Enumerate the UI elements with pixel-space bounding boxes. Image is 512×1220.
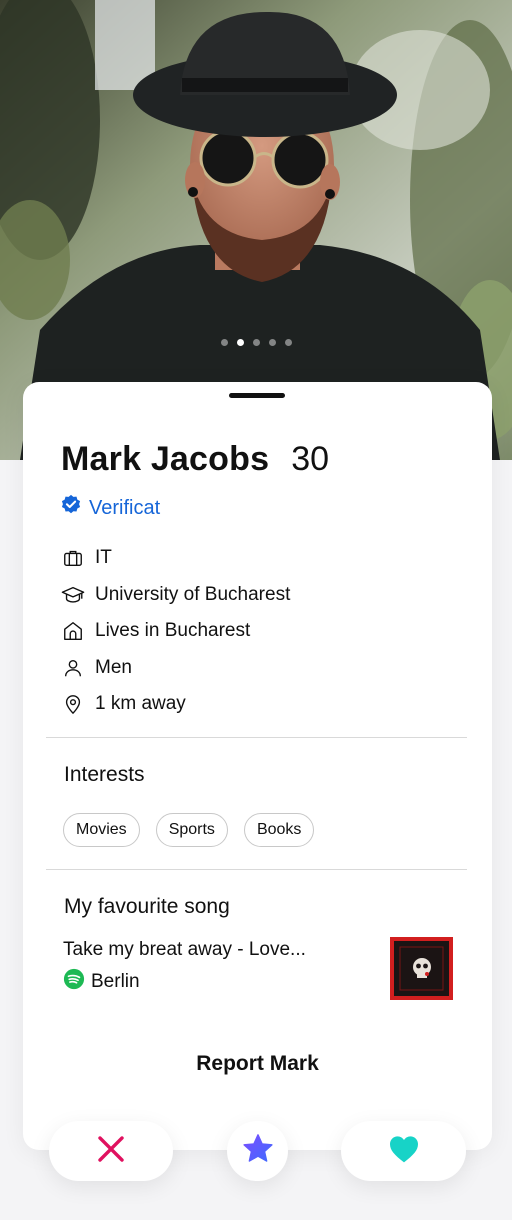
info-job-text: IT [95, 547, 112, 569]
verified-badge: Verificat [60, 494, 160, 522]
star-icon [241, 1132, 275, 1171]
spotify-icon [63, 968, 85, 996]
album-art-skull [399, 946, 444, 991]
photo-dot[interactable] [284, 339, 292, 346]
dislike-button[interactable] [49, 1121, 173, 1181]
profile-age: 30 [291, 440, 330, 478]
info-job: IT [61, 540, 290, 577]
like-button[interactable] [341, 1121, 466, 1181]
interest-chip[interactable]: Movies [63, 813, 140, 847]
verified-icon [60, 494, 82, 522]
interests-chips: Movies Sports Books [63, 813, 315, 847]
graduation-cap-icon [61, 583, 85, 607]
photo-indicator [0, 339, 512, 346]
interest-chip[interactable]: Sports [155, 813, 228, 847]
song-artist-row: Berlin [63, 968, 140, 996]
song-title[interactable]: Take my breat away - Love... [63, 939, 306, 961]
drag-handle[interactable] [229, 393, 285, 398]
info-gender-text: Men [95, 656, 132, 678]
favourite-song-title: My favourite song [64, 895, 230, 918]
photo-dot[interactable] [268, 339, 276, 346]
report-button[interactable]: Report Mark [23, 1052, 492, 1076]
location-pin-icon [61, 692, 85, 716]
close-icon [96, 1134, 126, 1169]
name-row: Mark Jacobs 30 [61, 440, 329, 479]
interest-chip[interactable]: Books [243, 813, 315, 847]
briefcase-icon [61, 546, 85, 570]
superlike-button[interactable] [227, 1121, 288, 1181]
info-location-text: Lives in Bucharest [95, 620, 251, 642]
home-icon [61, 619, 85, 643]
verified-label: Verificat [89, 496, 161, 519]
photo-dot-active[interactable] [236, 339, 244, 346]
info-education-text: University of Bucharest [95, 583, 291, 605]
profile-info-list: IT University of Bucharest Lives in Buch… [61, 540, 290, 723]
photo-dot[interactable] [252, 339, 260, 346]
heart-icon [388, 1134, 420, 1169]
info-education: University of Bucharest [61, 577, 290, 614]
interests-title: Interests [64, 763, 145, 786]
person-icon [61, 656, 85, 680]
photo-dot[interactable] [220, 339, 228, 346]
info-distance-text: 1 km away [95, 693, 186, 715]
album-cover[interactable] [390, 937, 453, 1000]
info-location: Lives in Bucharest [61, 613, 290, 650]
info-distance: 1 km away [61, 686, 290, 723]
divider [46, 869, 467, 870]
info-gender: Men [61, 650, 290, 687]
song-artist: Berlin [91, 971, 140, 992]
profile-name: Mark Jacobs [61, 440, 270, 478]
divider [46, 737, 467, 738]
profile-card: Mark Jacobs 30 Verificat IT University o… [23, 382, 492, 1150]
